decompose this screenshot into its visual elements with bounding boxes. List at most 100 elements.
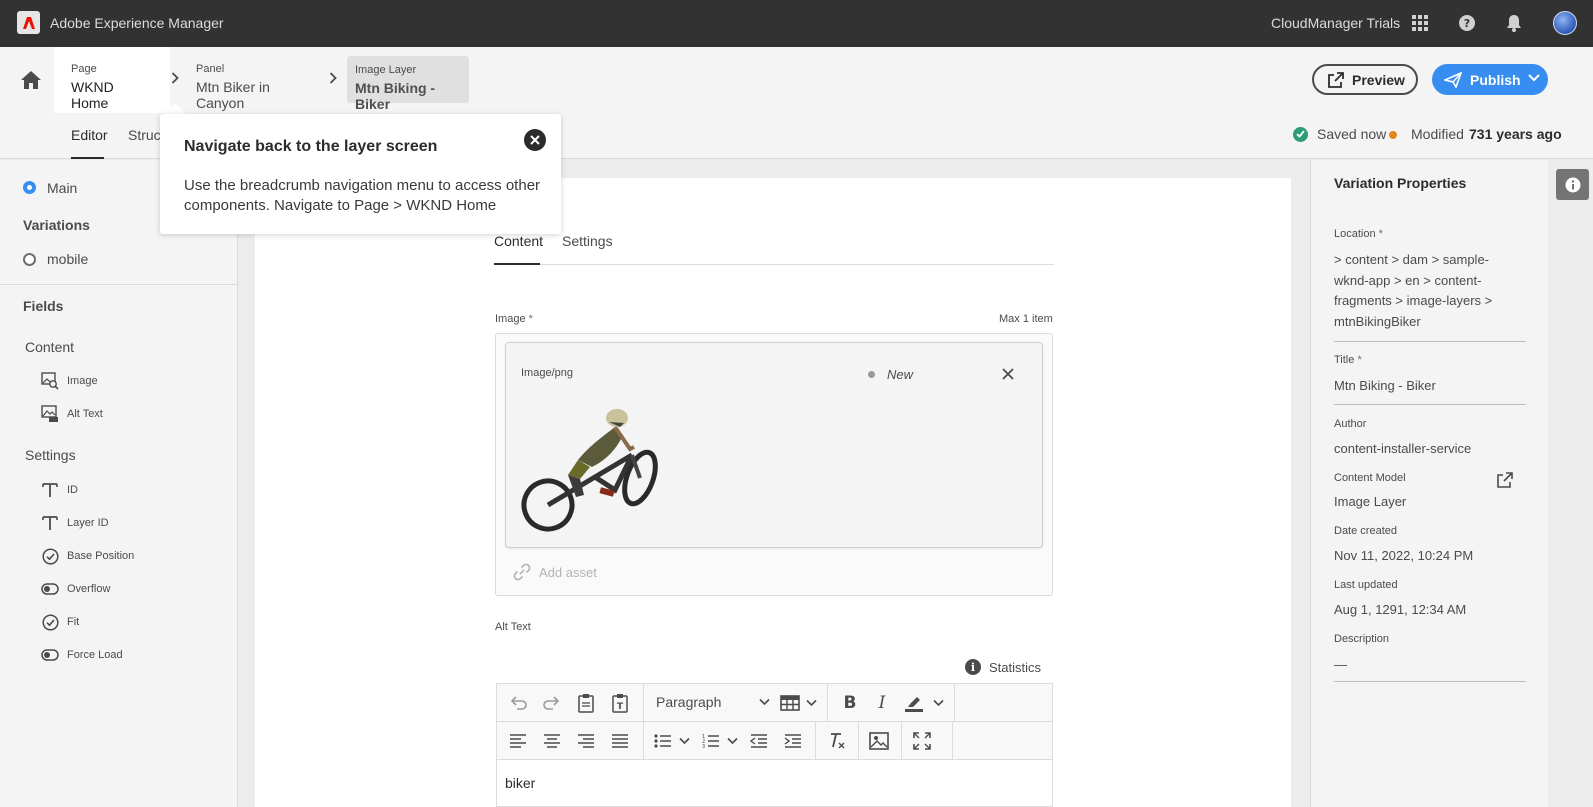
italic-icon[interactable]: I (871, 692, 893, 714)
publish-label: Publish (1470, 71, 1521, 88)
title-value[interactable]: Mtn Biking - Biker (1334, 378, 1436, 393)
date-created-label: Date created (1334, 525, 1397, 537)
chevron-down-icon[interactable] (721, 730, 743, 752)
field-overflow[interactable]: Overflow (41, 580, 110, 598)
breadcrumb-panel[interactable]: Panel Mtn Biker in Canyon (179, 47, 319, 113)
chevron-down-icon[interactable] (800, 692, 822, 714)
breadcrumb-label: Image Layer (355, 64, 417, 76)
tab-editor-underline (71, 157, 104, 159)
tab-editor[interactable]: Editor (71, 127, 108, 143)
variation-mobile-radio[interactable] (23, 253, 36, 266)
field-label: Base Position (67, 550, 135, 562)
clear-formatting-icon[interactable] (826, 730, 848, 752)
variation-main-radio[interactable] (23, 181, 36, 194)
help-icon[interactable]: ? (1456, 12, 1478, 34)
checkmark-circle-icon (1293, 126, 1308, 142)
field-underline (1334, 681, 1526, 682)
tab-content-underline (494, 263, 540, 265)
description-value[interactable]: — (1334, 657, 1347, 672)
last-updated-value: Aug 1, 1291, 12:34 AM (1334, 602, 1467, 617)
add-asset-button[interactable]: Add asset (513, 563, 597, 581)
bullet-list-icon[interactable] (652, 730, 674, 752)
publish-button[interactable]: Publish (1432, 64, 1548, 95)
chevron-down-icon[interactable] (673, 730, 695, 752)
status-dot (868, 371, 875, 378)
paragraph-format-select[interactable]: Paragraph (656, 694, 721, 710)
field-alt-text[interactable]: Alt Text (41, 405, 103, 423)
chevron-down-icon[interactable] (759, 698, 770, 706)
variation-mobile-label[interactable]: mobile (47, 251, 88, 267)
apps-grid-icon[interactable] (1409, 12, 1431, 34)
tab-content[interactable]: Content (494, 233, 543, 249)
text-icon (41, 514, 59, 532)
fullscreen-icon[interactable] (911, 730, 933, 752)
field-layer-id[interactable]: Layer ID (41, 514, 109, 532)
align-justify-icon[interactable] (609, 730, 631, 752)
content-model-label: Content Model (1334, 472, 1406, 484)
adobe-logo-icon[interactable] (17, 11, 40, 34)
svg-text:?: ? (1464, 17, 1470, 30)
preview-button[interactable]: Preview (1312, 64, 1418, 95)
app-title[interactable]: Adobe Experience Manager (50, 15, 224, 31)
field-base-position[interactable]: Base Position (41, 547, 134, 565)
field-force-load[interactable]: Force Load (41, 646, 123, 664)
field-label: Fit (67, 616, 80, 628)
highlight-icon[interactable] (903, 692, 925, 714)
redo-icon[interactable] (541, 692, 563, 714)
align-right-icon[interactable] (575, 730, 597, 752)
fields-heading: Fields (23, 298, 64, 314)
paste-as-text-icon[interactable]: T (609, 692, 631, 714)
rte-content[interactable]: biker (505, 775, 535, 791)
field-label: Layer ID (67, 517, 109, 529)
breadcrumb-image-layer[interactable]: Image Layer Mtn Biking - Biker (347, 56, 469, 112)
image-field-label: Image * (495, 313, 533, 325)
field-label: ID (67, 484, 78, 496)
notifications-bell-icon[interactable] (1503, 12, 1525, 34)
field-image[interactable]: Image (41, 372, 98, 390)
modified-dot (1389, 131, 1397, 139)
close-icon[interactable] (524, 129, 546, 151)
content-group-label: Content (25, 339, 75, 355)
org-switcher[interactable]: CloudManager Trials (1271, 15, 1400, 31)
chevron-down-icon[interactable] (927, 692, 949, 714)
indent-icon[interactable] (782, 730, 804, 752)
field-id[interactable]: ID (41, 481, 78, 499)
variation-main-label[interactable]: Main (47, 180, 77, 196)
chevron-right-icon (329, 72, 339, 84)
bold-icon[interactable]: B (839, 692, 861, 714)
chevron-down-icon[interactable] (1528, 73, 1540, 83)
external-link-icon[interactable] (1497, 472, 1513, 488)
insert-image-icon[interactable] (868, 730, 890, 752)
breadcrumb-page[interactable]: Page WKND Home (54, 47, 170, 113)
undo-icon[interactable] (507, 692, 529, 714)
outdent-icon[interactable] (748, 730, 770, 752)
paste-icon[interactable] (575, 692, 597, 714)
popover-title: Navigate back to the layer screen (184, 138, 438, 155)
field-underline (1334, 404, 1526, 405)
field-label: Overflow (67, 583, 111, 595)
user-avatar[interactable] (1553, 11, 1577, 35)
table-icon[interactable] (779, 692, 801, 714)
tabs-divider (494, 264, 1054, 265)
add-asset-label: Add asset (539, 564, 597, 580)
info-panel-toggle[interactable] (1556, 169, 1589, 200)
statistics-button[interactable]: i Statistics (965, 659, 1041, 675)
rte-toolbar-row-1: T Paragraph B I (497, 684, 1052, 722)
toggle-icon (41, 646, 59, 664)
field-fit[interactable]: Fit (41, 613, 79, 631)
biker-thumbnail-image (521, 409, 658, 532)
home-icon[interactable] (20, 69, 42, 91)
description-label: Description (1334, 633, 1390, 645)
svg-text:T: T (617, 702, 624, 712)
align-center-icon[interactable] (541, 730, 563, 752)
tab-settings[interactable]: Settings (562, 233, 613, 249)
remove-asset-close-icon[interactable] (1001, 367, 1015, 381)
breadcrumb-value: Mtn Biker in Canyon (196, 79, 270, 111)
image-text-icon (41, 405, 59, 423)
saved-status: Saved now (1293, 126, 1386, 142)
align-left-icon[interactable] (507, 730, 529, 752)
field-label: Alt Text (67, 408, 103, 420)
max-items-label: Max 1 item (999, 313, 1053, 325)
numbered-list-icon[interactable]: 123 (700, 730, 722, 752)
toolbar-divider (815, 722, 816, 760)
